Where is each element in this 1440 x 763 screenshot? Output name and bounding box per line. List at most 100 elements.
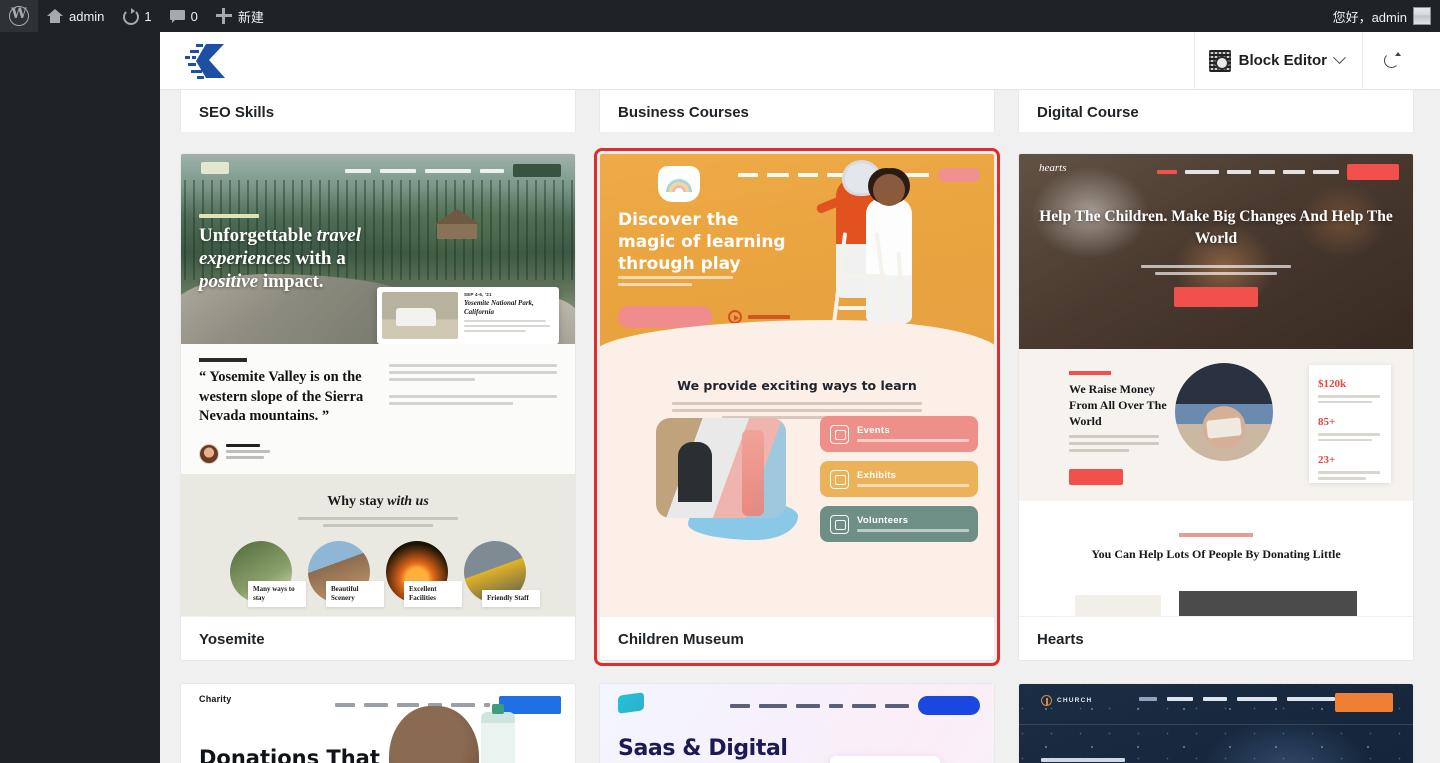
saas-stats-card: Total Sale: [830, 756, 940, 763]
template-card-church[interactable]: CHURCH Welcome To: [1018, 683, 1414, 763]
quote-eyebrow: [199, 358, 247, 362]
yosemite-nav: [345, 164, 561, 177]
water-bottle-photo: [481, 704, 515, 763]
template-card[interactable]: Digital Course: [1018, 90, 1414, 132]
my-account-menu[interactable]: 您好，admin: [1324, 0, 1440, 32]
template-preview: hearts Help The Children. Make Big Chang…: [1019, 154, 1413, 617]
template-row-bottom: Charity Donations That Saas & Digital CH…: [180, 683, 1420, 763]
hs-nav: [1157, 164, 1399, 180]
feature-label: Events: [857, 424, 890, 436]
author-avatar: [199, 444, 219, 464]
author-meta: [226, 444, 270, 462]
header-divider: [1019, 724, 1413, 725]
comment-bubble-icon: [169, 9, 185, 23]
quote-author: [199, 444, 270, 464]
template-card[interactable]: SEO Skills: [180, 90, 576, 132]
rainbow-icon: [664, 176, 694, 192]
church-kicker: [1041, 758, 1125, 762]
stat-value: 23+: [1318, 454, 1336, 467]
cm-body-section: We provide exciting ways to learn Events: [600, 354, 994, 616]
exhibits-icon: [830, 469, 849, 489]
hs-site-logo: hearts: [1039, 162, 1067, 174]
hs-eyebrow-2: [1179, 533, 1253, 537]
template-preview: CHURCH Welcome To: [1019, 684, 1413, 763]
updates-menu[interactable]: 1: [113, 0, 160, 32]
new-content-label: 新建: [237, 9, 264, 25]
updates-count: 1: [144, 8, 152, 24]
get-started-button: [918, 696, 980, 715]
feature-text: Events: [857, 424, 969, 443]
event-body: [464, 319, 554, 333]
feature-text: Volunteers: [857, 515, 969, 533]
refresh-button[interactable]: [1362, 32, 1420, 90]
hs-hero: [1019, 154, 1413, 349]
cm-section-title: We provide exciting ways to learn: [677, 378, 917, 393]
hs-donate-button: [1069, 469, 1123, 485]
event-date: SEP 4-6, '21: [464, 292, 492, 297]
plus-icon: [215, 8, 232, 24]
admin-menu-sidebar: [0, 32, 160, 763]
church-mark-icon: [1041, 695, 1052, 706]
template-card-charity[interactable]: Charity Donations That: [180, 683, 576, 763]
stat-item: $120k: [1318, 374, 1382, 404]
event-photo: [382, 292, 458, 339]
hs-section-body: [1069, 435, 1159, 456]
template-preview: Discover the magic of learning through p…: [600, 154, 994, 617]
hs-section-title-2: You Can Help Lots Of People By Donating …: [1091, 546, 1341, 561]
template-preview: Saas & Digital Agency Services. Total Sa…: [600, 684, 994, 763]
site-name-menu[interactable]: admin: [38, 0, 113, 32]
hs-hands-photo: [1175, 363, 1273, 461]
hs-stats-card: $120k 85+ 23+: [1309, 365, 1391, 483]
donate-now-button: [1347, 164, 1399, 180]
template-title: Hearts: [1019, 617, 1413, 660]
template-card-children-museum[interactable]: Discover the magic of learning through p…: [594, 148, 1000, 666]
church-logo-text: CHURCH: [1057, 697, 1093, 704]
template-card-yosemite[interactable]: Unforgettable travel experiences with a …: [180, 153, 576, 661]
feature-item: Friendly Staff: [464, 541, 540, 607]
yosemite-mockup: Unforgettable travel experiences with a …: [181, 154, 575, 616]
cm-hero: Discover the magic of learning through p…: [600, 154, 994, 356]
children-museum-mockup: Discover the magic of learning through p…: [600, 154, 994, 616]
template-title: Digital Course: [1019, 90, 1413, 132]
main-canvas: Block Editor SEO Skills Business Courses…: [160, 32, 1440, 763]
template-card-saas[interactable]: Saas & Digital Agency Services. Total Sa…: [599, 683, 995, 763]
site-name-label: admin: [69, 8, 105, 24]
wp-logo-menu[interactable]: [0, 0, 38, 32]
cm-site-logo: [658, 166, 700, 202]
template-row-mid: Unforgettable travel experiences with a …: [180, 148, 1420, 666]
charity-site-logo: Charity: [199, 694, 232, 704]
block-editor-label: Block Editor: [1238, 52, 1327, 69]
hs-footer-bars: [1019, 589, 1413, 616]
hs-section-title: We Raise Money From All Over The World: [1069, 382, 1167, 429]
template-card-hearts[interactable]: hearts Help The Children. Make Big Chang…: [1018, 153, 1414, 661]
comments-menu[interactable]: 0: [161, 0, 207, 32]
template-preview: Unforgettable travel experiences with a …: [181, 154, 575, 617]
church-site-logo: CHURCH: [1041, 695, 1092, 706]
feature-item: Beautiful Scenery: [308, 541, 384, 607]
events-icon: [830, 424, 849, 444]
template-card[interactable]: Business Courses: [599, 90, 995, 132]
feature-text: Exhibits: [857, 470, 969, 488]
why-heading: Why stay with us: [327, 494, 429, 509]
new-content-menu[interactable]: 新建: [207, 0, 273, 32]
block-editor-icon: [1208, 49, 1231, 72]
why-feature-list: Many ways to stay Beautiful Scenery Exce…: [181, 541, 575, 607]
template-title: Yosemite: [181, 617, 575, 660]
comments-count: 0: [190, 8, 198, 24]
hs-raise-money-section: We Raise Money From All Over The World $…: [1019, 349, 1413, 501]
hero-kicker: [199, 214, 259, 218]
block-editor-switcher[interactable]: Block Editor: [1193, 32, 1362, 90]
template-title: Business Courses: [600, 90, 994, 132]
volunteers-icon: [830, 514, 849, 534]
cm-feature-list: Events Exhibits Volunteers: [820, 416, 978, 551]
cm-collage-photo: [656, 418, 786, 518]
quote-text: “ Yosemite Valley is on the western slop…: [199, 369, 364, 425]
howdy-label: 您好，admin: [1332, 9, 1407, 25]
charity-headline: Donations That: [199, 746, 380, 763]
feature-card-events: Events: [820, 416, 978, 452]
yosemite-site-logo: [201, 162, 229, 174]
feature-item: Many ways to stay: [230, 541, 306, 607]
template-preview: Charity Donations That: [181, 684, 575, 763]
saas-mockup: Saas & Digital Agency Services. Total Sa…: [600, 684, 994, 763]
yosemite-hero: Unforgettable travel experiences with a …: [181, 154, 575, 354]
